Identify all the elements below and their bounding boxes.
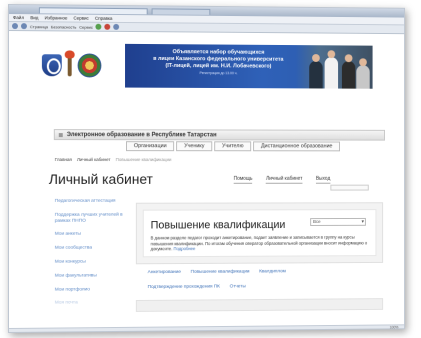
sidebar-item-mail[interactable]: Моя почта [55, 300, 126, 306]
menu-file[interactable]: Файл [13, 15, 24, 20]
toolbar-security[interactable]: Безопасность [51, 24, 76, 29]
nav-tab-teacher[interactable]: Учителю [214, 141, 252, 152]
header-banner-row: Объявляется набор обучающихся в лицеи Ка… [36, 43, 373, 89]
browser-tab[interactable] [151, 7, 211, 15]
torch-logo-icon [67, 54, 72, 77]
section-links: Анкетирование Повышение квалификации Ква… [148, 269, 381, 300]
filter-select[interactable]: Все [310, 217, 366, 226]
browser-window: Файл Вид Избранное Сервис Справка Страни… [8, 4, 406, 333]
status-bar: 100% [8, 324, 405, 333]
menu-favorites[interactable]: Избранное [45, 15, 68, 20]
more-link[interactable]: Подробнее [174, 246, 196, 251]
banner-line: в лицеи Казанского федерального универси… [153, 55, 284, 63]
portal-title[interactable]: Электронное образование в Республике Тат… [67, 132, 217, 138]
empty-panel [135, 298, 384, 312]
user-links: Помощь Личный кабинет Выход [233, 175, 331, 184]
qualification-card: Повышение квалификации Все В данном разд… [142, 209, 377, 258]
breadcrumb-cabinet[interactable]: Личный кабинет [77, 157, 110, 162]
help-link[interactable]: Помощь [233, 175, 253, 184]
feeds-icon[interactable] [20, 23, 27, 30]
portal-title-bar: Электронное образование в Республике Тат… [53, 129, 386, 141]
student-figure [324, 57, 339, 89]
banner-line: (IT-лицей, лицей им. Н.И. Лобачевского) [165, 62, 272, 70]
breadcrumb-home[interactable]: Главная [55, 157, 72, 162]
students-photo [295, 45, 373, 89]
web-page: Объявляется набор обучающихся в лицеи Ка… [8, 31, 405, 333]
breadcrumb-current: Повышение квалификации [115, 157, 172, 163]
home-icon[interactable] [11, 23, 18, 30]
sidebar-item-attestation[interactable]: Педагогическая аттестация [55, 199, 126, 205]
sidebar-item-portfolio[interactable]: Мои портфолио [55, 287, 126, 293]
browser-tab[interactable] [38, 6, 148, 14]
student-figure [341, 61, 356, 89]
sidebar-item-surveys[interactable]: Мои анкеты [55, 232, 126, 238]
shield-logo-icon[interactable] [41, 54, 62, 77]
sidebar-item-communities[interactable]: Мои сообщества [55, 246, 126, 252]
links-row: Анкетирование Повышение квалификации Ква… [148, 269, 381, 275]
nav-tab-organizations[interactable]: Организации [126, 141, 175, 152]
search-input[interactable] [330, 184, 369, 191]
page-title: Личный кабинет [48, 170, 153, 187]
nav-tab-student[interactable]: Ученику [176, 141, 213, 152]
menu-view[interactable]: Вид [30, 15, 38, 20]
qualification-panel: Повышение квалификации Все В данном разд… [135, 202, 384, 265]
link-reports[interactable]: Отчеты [230, 284, 246, 289]
addon-icon[interactable] [104, 23, 111, 30]
logout-link[interactable]: Выход [315, 175, 331, 184]
addon-icon[interactable] [95, 23, 102, 30]
sidebar-menu: Педагогическая аттестация Поддержка лучш… [55, 199, 126, 315]
toolbar-page[interactable]: Страница [30, 24, 48, 29]
link-qualification[interactable]: Повышение квалификации [191, 270, 250, 275]
sidebar-item-electives[interactable]: Мои факультативы [55, 273, 126, 279]
nav-tab-distance-education[interactable]: Дистанционное образование [253, 141, 341, 152]
breadcrumb: Главная Личный кабинет Повышение квалифи… [55, 157, 175, 162]
emblem-logo-icon[interactable] [77, 53, 102, 78]
admission-banner[interactable]: Объявляется набор обучающихся в лицеи Ка… [125, 43, 373, 89]
link-confirmation[interactable]: Подтверждение прохождения ПК [148, 285, 220, 290]
banner-line: Регистрация до 13.00 ч. [199, 71, 238, 76]
sidebar-item-teacher-support[interactable]: Поддержка лучших учителей в рамках ПНПО [55, 212, 126, 224]
student-figure [309, 60, 323, 89]
menu-tools[interactable]: Сервис [74, 16, 89, 21]
banner-text: Объявляется набор обучающихся в лицеи Ка… [139, 49, 298, 76]
link-diploma[interactable]: Квалдиплом [259, 269, 286, 274]
addon-icon[interactable] [113, 23, 120, 30]
sidebar-item-contests[interactable]: Мои конкурсы [55, 259, 126, 265]
menu-help[interactable]: Справка [95, 16, 112, 21]
main-nav: Организации Ученику Учителю Дистанционно… [126, 141, 341, 152]
zoom-level[interactable]: 100% [390, 325, 399, 329]
square-bullet-icon [58, 132, 63, 137]
links-row: Подтверждение прохождения ПК Отчеты [148, 283, 381, 290]
section-description: В данном разделе педагог проходит анкети… [151, 235, 370, 252]
banner-line: Объявляется набор обучающихся [172, 49, 265, 56]
cabinet-link[interactable]: Личный кабинет [266, 175, 303, 184]
student-figure [356, 65, 370, 89]
logos [36, 43, 125, 87]
link-survey[interactable]: Анкетирование [148, 270, 181, 275]
toolbar-tools[interactable]: Сервис [79, 24, 93, 29]
